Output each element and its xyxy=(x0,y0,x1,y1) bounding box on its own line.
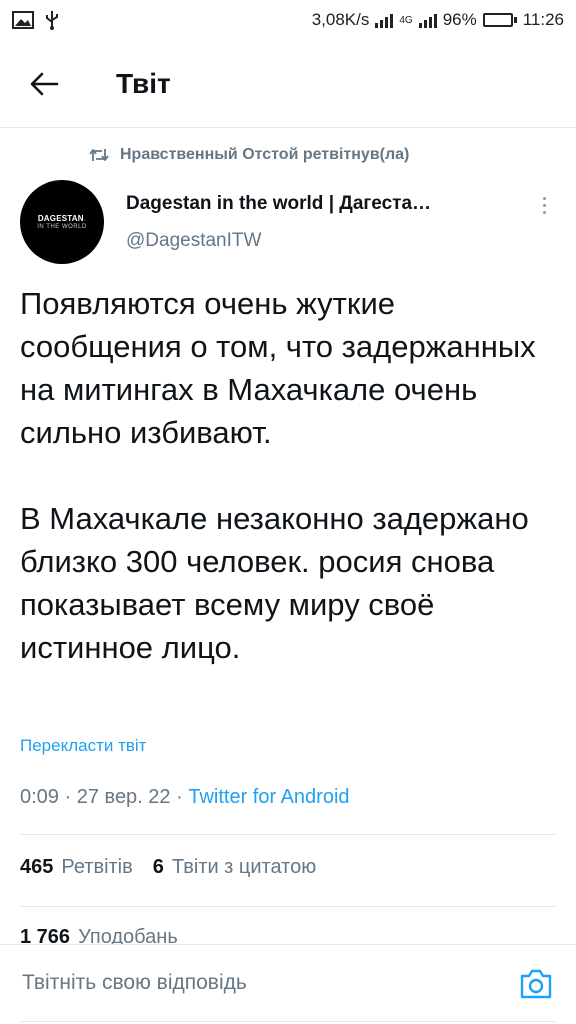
reply-bar xyxy=(0,944,576,1024)
tweet-meta: 0:09 · 27 вер. 22 · Twitter for Android xyxy=(20,786,350,809)
author-handle[interactable]: @DagestanITW xyxy=(126,230,261,252)
battery-percent: 96% xyxy=(442,10,477,29)
tweet-stats: 465 Ретвітів 6 Твіти з цитатою xyxy=(20,856,316,879)
likes-count: 1 766 xyxy=(20,926,71,944)
more-dot xyxy=(542,196,546,200)
reply-input[interactable] xyxy=(22,971,482,995)
image-icon xyxy=(12,11,34,29)
tweet-paragraph: Появляются очень жуткие сообщения о том,… xyxy=(20,286,536,450)
retweets-stat[interactable]: 465 Ретвітів xyxy=(20,856,133,879)
retweets-label: Ретвітів xyxy=(61,856,133,878)
tweet-text: Появляются очень жуткие сообщения о том,… xyxy=(20,282,565,669)
net-speed: 3,08K/s xyxy=(311,10,370,29)
avatar-logo-text: DAGESTAN. xyxy=(37,214,87,223)
signal-icon xyxy=(375,12,394,28)
more-options-button[interactable] xyxy=(532,192,556,218)
divider xyxy=(20,834,556,835)
camera-icon[interactable] xyxy=(518,967,554,1001)
divider xyxy=(20,906,556,907)
tweet-source-link[interactable]: Twitter for Android xyxy=(188,786,349,808)
back-button[interactable] xyxy=(14,54,74,114)
app-header: Твіт xyxy=(0,40,576,128)
quotes-stat[interactable]: 6 Твіти з цитатою xyxy=(153,856,316,879)
status-bar-right: 3,08K/s 4G 96% 11:26 xyxy=(312,10,564,30)
battery-icon xyxy=(482,13,517,27)
page-title: Твіт xyxy=(116,67,171,99)
avatar[interactable]: DAGESTAN. IN THE WORLD xyxy=(20,180,104,264)
likes-label: Уподобань xyxy=(78,926,178,944)
translate-link[interactable]: Перекласти твіт xyxy=(20,736,146,756)
usb-icon xyxy=(46,11,58,30)
tweet-date: 27 вер. 22 xyxy=(76,786,171,808)
avatar-logo-subtext: IN THE WORLD xyxy=(37,224,87,230)
tweet-paragraph: В Махачкале незаконно задержано близко 3… xyxy=(20,501,529,665)
network-type: 4G xyxy=(399,14,413,26)
status-bar-left xyxy=(12,10,60,30)
more-dot xyxy=(542,210,546,214)
retweet-icon xyxy=(89,149,109,161)
meta-separator: · xyxy=(64,786,72,808)
quotes-count: 6 xyxy=(152,856,164,878)
retweets-count: 465 xyxy=(20,856,54,878)
signal-icon xyxy=(418,12,437,28)
retweet-context[interactable]: Нравственный Отстой ретвітнув(ла) xyxy=(88,146,409,164)
likes-stat[interactable]: 1 766 Уподобань xyxy=(20,926,178,944)
meta-separator: · xyxy=(176,786,183,808)
arrow-left-icon xyxy=(30,72,59,95)
quotes-label: Твіти з цитатою xyxy=(171,856,317,878)
retweet-label: Нравственный Отстой ретвітнув(ла) xyxy=(120,146,410,163)
status-bar: 3,08K/s 4G 96% 11:26 xyxy=(0,0,576,40)
author-name[interactable]: Dagestan in the world | Дагеста… xyxy=(126,193,431,215)
clock: 11:26 xyxy=(522,10,564,29)
more-dot xyxy=(542,203,546,207)
reply-underline xyxy=(20,1021,556,1022)
tweet-time: 0:09 xyxy=(20,786,59,808)
